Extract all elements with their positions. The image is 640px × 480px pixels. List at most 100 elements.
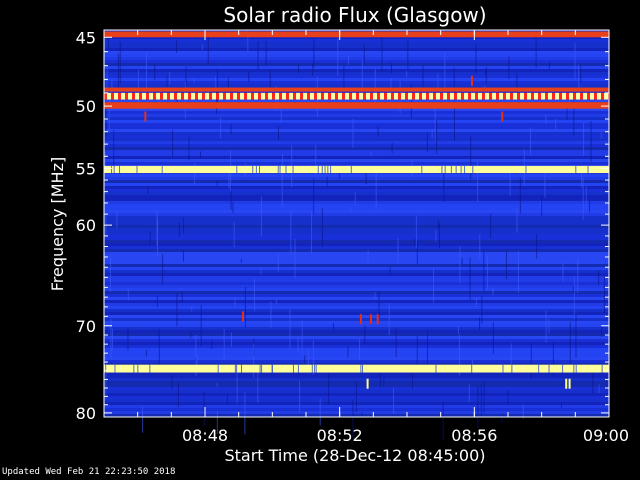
noise-speckle xyxy=(590,121,592,162)
band-dash xyxy=(128,92,132,100)
band-dash xyxy=(408,92,412,100)
noise-speckle xyxy=(359,338,361,360)
noise-speckle xyxy=(227,77,229,95)
noise-speckle xyxy=(355,380,357,412)
band-gap xyxy=(137,364,139,373)
noise-speckle xyxy=(190,331,192,339)
band-gap xyxy=(450,165,452,174)
noise-speckle xyxy=(177,382,179,408)
noise-row xyxy=(104,69,609,72)
noise-speckle xyxy=(146,52,148,92)
noise-speckle xyxy=(347,55,349,65)
noise-speckle xyxy=(201,44,203,50)
noise-speckle xyxy=(475,297,477,307)
noise-speckle xyxy=(176,293,178,327)
band-gap xyxy=(252,165,254,174)
plot-area xyxy=(103,29,610,441)
noise-speckle xyxy=(244,286,246,328)
band-dash xyxy=(156,92,160,100)
noise-row xyxy=(104,285,609,288)
noise-row xyxy=(104,81,609,84)
band-dash xyxy=(254,92,258,100)
noise-speckle xyxy=(203,391,205,427)
noise-speckle xyxy=(326,176,328,187)
noise-speckle xyxy=(375,171,377,209)
noise-speckle xyxy=(442,401,444,441)
noise-speckle xyxy=(530,342,532,379)
band-dash xyxy=(163,92,167,100)
noise-speckle xyxy=(480,384,482,416)
y-tick-label: 60 xyxy=(76,216,96,235)
band-dash xyxy=(450,92,454,100)
band-dash xyxy=(198,92,202,100)
noise-speckle xyxy=(162,254,164,284)
noise-speckle xyxy=(311,211,313,254)
noise-row xyxy=(104,207,609,210)
noise-speckle xyxy=(352,118,354,149)
noise-speckle xyxy=(395,328,397,358)
noise-speckle xyxy=(361,412,363,417)
band-gap xyxy=(133,364,135,373)
noise-row xyxy=(104,312,609,315)
noise-speckle xyxy=(169,72,171,85)
noise-speckle xyxy=(416,335,418,369)
noise-speckle xyxy=(548,318,550,334)
band-4 xyxy=(104,165,609,174)
burst-mark xyxy=(565,378,568,389)
noise-speckle xyxy=(363,43,365,64)
band-dash xyxy=(135,92,139,100)
band-dash xyxy=(422,92,426,100)
band-dash xyxy=(583,92,587,100)
noise-speckle xyxy=(422,65,424,88)
noise-speckle xyxy=(457,326,459,334)
noise-speckle xyxy=(516,208,518,233)
band-gap xyxy=(441,165,443,174)
noise-row xyxy=(104,357,609,360)
band-dash xyxy=(345,92,349,100)
noise-row xyxy=(104,162,609,165)
y-tick-label: 50 xyxy=(76,97,96,116)
noise-speckle xyxy=(223,329,225,360)
band-dash xyxy=(499,92,503,100)
noise-speckle xyxy=(181,291,183,303)
noise-speckle xyxy=(313,178,315,215)
band-dash xyxy=(317,92,321,100)
band-gap xyxy=(525,165,527,174)
noise-speckle xyxy=(230,123,232,135)
band-dash xyxy=(443,92,447,100)
band-gap xyxy=(258,165,260,174)
band-gap xyxy=(435,364,437,373)
noise-speckle xyxy=(573,276,575,320)
noise-speckle xyxy=(257,41,259,70)
noise-speckle xyxy=(507,390,509,404)
noise-speckle xyxy=(216,382,218,387)
noise-speckle xyxy=(230,332,232,347)
x-tick-label: 09:00 xyxy=(583,426,629,445)
noise-speckle xyxy=(236,370,238,404)
band-dash xyxy=(429,92,433,100)
noise-speckle xyxy=(248,71,250,83)
band-gap xyxy=(573,364,575,373)
band-gap xyxy=(311,364,313,373)
band-dash xyxy=(261,92,265,100)
band-gap xyxy=(538,364,540,373)
noise-row xyxy=(104,252,609,255)
noise-row xyxy=(104,258,609,261)
noise-speckle xyxy=(319,398,321,426)
band-gap xyxy=(601,364,603,373)
noise-speckle xyxy=(207,32,209,64)
band-gap xyxy=(464,165,466,174)
band-dash xyxy=(478,92,482,100)
noise-row xyxy=(104,300,609,303)
noise-speckle xyxy=(453,107,455,142)
noise-speckle xyxy=(265,41,267,66)
noise-speckle xyxy=(260,268,262,275)
band-dash xyxy=(303,92,307,100)
band-dash xyxy=(352,92,356,100)
noise-speckle xyxy=(105,108,107,138)
noise-speckle xyxy=(337,37,339,76)
noise-row xyxy=(104,57,609,60)
noise-speckle xyxy=(393,388,395,414)
noise-row xyxy=(104,315,609,318)
band-gap xyxy=(277,165,279,174)
